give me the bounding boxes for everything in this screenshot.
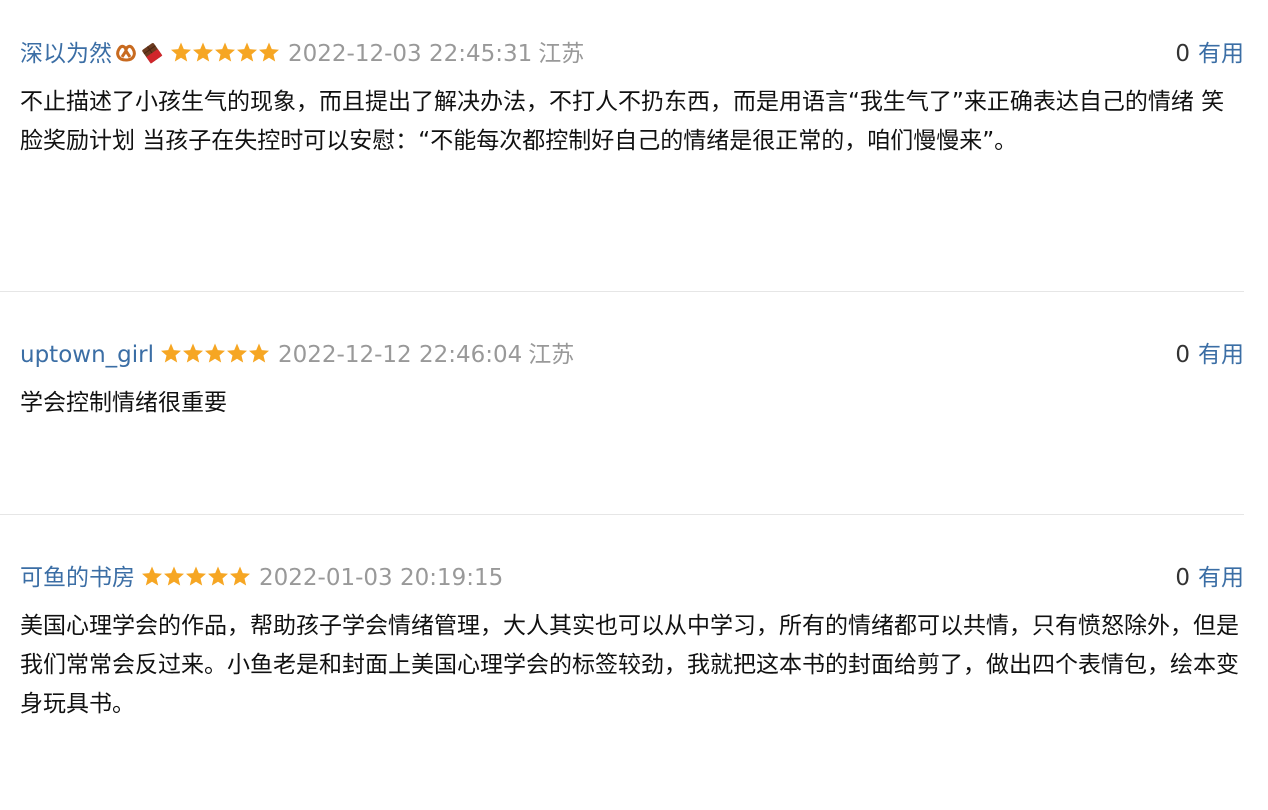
rating-stars	[141, 565, 251, 587]
rating-stars	[160, 342, 270, 364]
star-icon	[227, 343, 247, 363]
review-time: 2022-12-03 22:45:31	[288, 41, 533, 67]
review-meta: 深以为然 2022-12-03 22:45:31 江苏 0 有用	[20, 37, 1244, 71]
star-rating-svg	[171, 42, 279, 62]
review-content: 学会控制情绪很重要	[20, 390, 227, 416]
review-meta: uptown_girl 2022-12-12 22:46:04 江苏 0 有用	[20, 338, 1244, 372]
star-icon	[164, 566, 184, 586]
review-time: 2022-01-03 20:19:15	[259, 565, 504, 591]
useful-vote-button[interactable]: 有用	[1198, 342, 1244, 368]
review-location: 江苏	[538, 41, 585, 67]
star-icon	[259, 42, 279, 62]
review-time: 2022-12-12 22:46:04	[278, 342, 523, 368]
vote-area: 0 有用	[1175, 561, 1244, 595]
useful-vote-button[interactable]: 有用	[1198, 41, 1244, 67]
vote-area: 0 有用	[1175, 37, 1244, 71]
star-icon	[208, 566, 228, 586]
star-rating-svg	[142, 566, 250, 586]
vote-area: 0 有用	[1175, 338, 1244, 372]
review-item: 可鱼的书房 2022-01-03 20:19:15 0 有用 美国心理学会的作品，帮…	[20, 561, 1244, 724]
star-icon	[161, 343, 181, 363]
review-content: 美国心理学会的作品，帮助孩子学会情绪管理，大人其实也可以从中学习，所有的情绪都可…	[20, 613, 1239, 717]
vote-count: 0	[1175, 565, 1190, 591]
rating-stars	[170, 41, 280, 63]
star-rating-svg	[161, 343, 269, 363]
review-content: 不止描述了小孩生气的现象，而且提出了解决办法，不打人不扔东西，而是用语言“我生气…	[20, 89, 1225, 154]
pretzel-icon	[114, 40, 138, 74]
star-icon	[237, 42, 257, 62]
star-icon	[215, 42, 235, 62]
review-author-link[interactable]: 可鱼的书房	[20, 565, 135, 591]
star-icon	[249, 343, 269, 363]
star-icon	[183, 343, 203, 363]
review-divider	[0, 514, 1244, 515]
review-item: 深以为然 2022-12-03 22:45:31 江苏 0 有用 不止描述了小孩生气的…	[20, 37, 1244, 161]
vote-count: 0	[1175, 41, 1190, 67]
review-item: uptown_girl 2022-12-12 22:46:04 江苏 0 有用 学会控…	[20, 338, 1244, 423]
review-list: 深以为然 2022-12-03 22:45:31 江苏 0 有用 不止描述了小孩生气的…	[0, 0, 1268, 810]
star-icon	[193, 42, 213, 62]
review-divider	[0, 291, 1244, 292]
review-author-link[interactable]: 深以为然	[20, 41, 112, 67]
chocolate-icon	[140, 40, 164, 74]
review-author-link[interactable]: uptown_girl	[20, 342, 154, 368]
star-icon	[171, 42, 191, 62]
useful-vote-button[interactable]: 有用	[1198, 565, 1244, 591]
review-location: 江苏	[528, 342, 575, 368]
star-icon	[186, 566, 206, 586]
star-icon	[230, 566, 250, 586]
star-icon	[205, 343, 225, 363]
review-meta: 可鱼的书房 2022-01-03 20:19:15 0 有用	[20, 561, 1244, 595]
vote-count: 0	[1175, 342, 1190, 368]
star-icon	[142, 566, 162, 586]
